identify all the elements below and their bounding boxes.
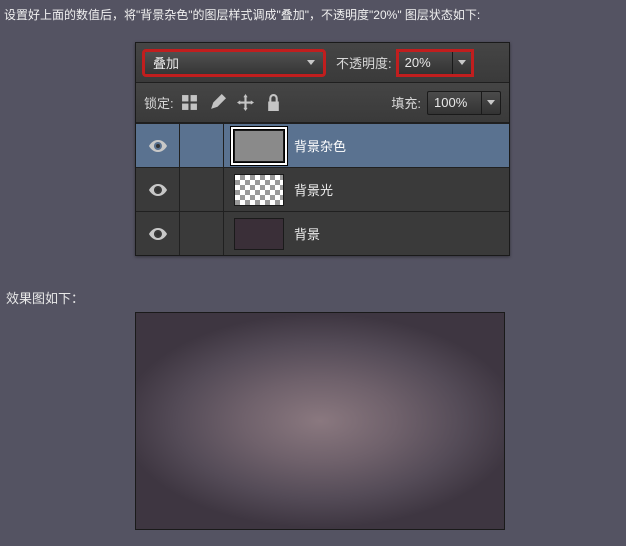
layer-name: 背景杂色: [294, 136, 346, 155]
result-preview: [135, 312, 505, 530]
fill-stepper[interactable]: [481, 91, 501, 115]
layer-row[interactable]: 背景: [136, 211, 509, 255]
layer-row[interactable]: 背景杂色: [136, 123, 509, 167]
blend-mode-value: 叠加: [153, 53, 179, 72]
layer-thumbnail[interactable]: [234, 130, 284, 162]
fill-spinbox[interactable]: 100%: [427, 91, 501, 115]
layer-link-gap: [180, 212, 224, 255]
opacity-spinbox[interactable]: 20%: [398, 51, 472, 75]
full-lock-icon[interactable]: [264, 94, 283, 111]
opacity-label: 不透明度:: [336, 53, 392, 72]
instruction-text: 设置好上面的数值后，将"背景杂色"的图层样式调成"叠加"，不透明度"20%" 图…: [0, 0, 626, 38]
result-label: 效果图如下：: [6, 288, 84, 307]
lock-label: 锁定:: [144, 93, 174, 112]
blend-mode-dropdown[interactable]: 叠加: [144, 51, 324, 75]
layer-name: 背景光: [294, 180, 333, 199]
lock-fill-row: 锁定: 填充: 100%: [136, 83, 509, 123]
layers-list: 背景杂色 背景光 背景: [136, 123, 509, 255]
opacity-stepper[interactable]: [452, 51, 472, 75]
layer-name: 背景: [294, 224, 320, 243]
layers-panel: 叠加 不透明度: 20% 锁定: 填充: 100%: [135, 42, 510, 256]
chevron-down-icon: [307, 60, 315, 65]
move-lock-icon[interactable]: [236, 94, 255, 111]
layer-thumbnail[interactable]: [234, 174, 284, 206]
layer-link-gap: [180, 124, 224, 167]
layer-link-gap: [180, 168, 224, 211]
fill-label: 填充:: [391, 93, 421, 112]
transparency-lock-icon[interactable]: [180, 94, 199, 111]
visibility-toggle[interactable]: [136, 124, 180, 167]
layer-row[interactable]: 背景光: [136, 167, 509, 211]
lock-icons: [180, 94, 283, 111]
brush-lock-icon[interactable]: [208, 94, 227, 111]
opacity-value: 20%: [398, 51, 452, 75]
visibility-toggle[interactable]: [136, 168, 180, 211]
visibility-toggle[interactable]: [136, 212, 180, 255]
fill-value: 100%: [427, 91, 481, 115]
layer-thumbnail[interactable]: [234, 218, 284, 250]
blend-opacity-row: 叠加 不透明度: 20%: [136, 43, 509, 83]
